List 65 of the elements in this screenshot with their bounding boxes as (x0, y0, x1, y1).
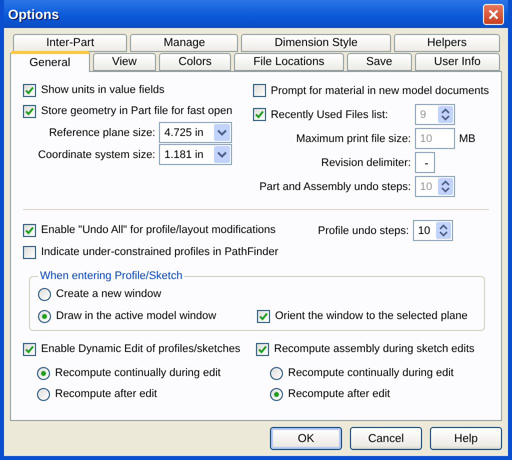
checkbox[interactable] (23, 104, 36, 118)
checkbox-label: Indicate under-constrained profiles in PathFinder (41, 246, 278, 258)
radio-label: Recompute continually during edit (288, 367, 454, 379)
checkmark-icon (25, 344, 34, 354)
dropdown[interactable]: 4.725 in (159, 122, 232, 143)
tab[interactable]: View (92, 53, 156, 71)
tab[interactable]: Dimension Style (241, 34, 391, 52)
number-field[interactable]: 10 (413, 220, 453, 241)
radio-button[interactable] (37, 388, 50, 400)
tab[interactable]: Inter-Part (13, 34, 128, 52)
tab[interactable]: Helpers (394, 34, 500, 52)
spinner-arrows-icon[interactable] (436, 222, 451, 239)
checkbox[interactable] (23, 342, 36, 356)
checkbox-label: Enable Dynamic Edit of profiles/sketches (41, 343, 240, 355)
checkbox[interactable] (252, 84, 266, 97)
radio-label: Create a new window (56, 288, 162, 300)
checkbox[interactable] (257, 310, 270, 322)
checkmark-icon (25, 106, 34, 116)
checkbox-label: Prompt for material in new model documents (270, 84, 489, 96)
checkbox[interactable] (23, 84, 36, 96)
checkmark-icon (25, 86, 34, 94)
checkbox[interactable] (23, 224, 36, 236)
radio-label: Recompute after edit (288, 388, 390, 400)
text-field[interactable]: - (415, 152, 435, 173)
close-icon (488, 8, 499, 20)
dialog-button[interactable]: Help (430, 427, 502, 450)
checkbox-label: Store geometry in Part file for fast open (41, 105, 232, 117)
group-title: When entering Profile/Sketch (39, 270, 184, 282)
field-label: Part and Assembly undo steps: (259, 180, 411, 192)
checkbox-label: Recompute assembly during sketch edits (274, 343, 475, 355)
tab[interactable]: User Info (414, 53, 500, 71)
radio-button[interactable] (270, 388, 283, 400)
window-title: Options (8, 6, 59, 22)
tab[interactable]: General (10, 51, 90, 72)
checkbox-label: Orient the window to the selected plane (275, 310, 468, 322)
tab[interactable]: Colors (159, 53, 232, 71)
radio-button[interactable] (38, 288, 51, 300)
checkmark-icon (25, 226, 34, 234)
field-label: Coordinate system size: (38, 148, 156, 160)
dialog-button[interactable]: Cancel (350, 427, 422, 450)
dialog-button[interactable]: OK (270, 427, 342, 450)
field-label: Reference plane size: (48, 126, 156, 138)
field-label: Maximum print file size: (296, 132, 411, 144)
dropdown[interactable]: 1.181 in (159, 144, 232, 165)
close-button[interactable] (483, 4, 504, 24)
tab[interactable]: Save (346, 53, 412, 71)
checkbox[interactable] (256, 342, 269, 356)
radio-button[interactable] (37, 366, 50, 380)
checkbox-label: Recently Used Files list: (270, 108, 388, 120)
tab[interactable]: Manage (130, 34, 238, 52)
radio-label: Recompute after edit (55, 388, 158, 400)
checkmark-icon (259, 312, 268, 320)
checkbox[interactable] (23, 246, 36, 258)
checkmark-icon (258, 344, 267, 354)
unit-label: MB (459, 132, 476, 144)
checkmark-icon (254, 110, 264, 119)
tab[interactable]: File Locations (234, 53, 344, 71)
checkbox-label: Show units in value fields (41, 84, 165, 96)
checkbox-label: Enable "Undo All" for profile/layout modifications (41, 224, 276, 236)
field-label: Profile undo steps: (318, 224, 409, 236)
radio-label: Recompute continually during edit (55, 367, 221, 379)
radio-button[interactable] (38, 310, 51, 322)
radio-button[interactable] (270, 366, 283, 380)
radio-label: Draw in the active model window (56, 310, 216, 322)
field-label: Revision delimiter: (321, 156, 411, 168)
